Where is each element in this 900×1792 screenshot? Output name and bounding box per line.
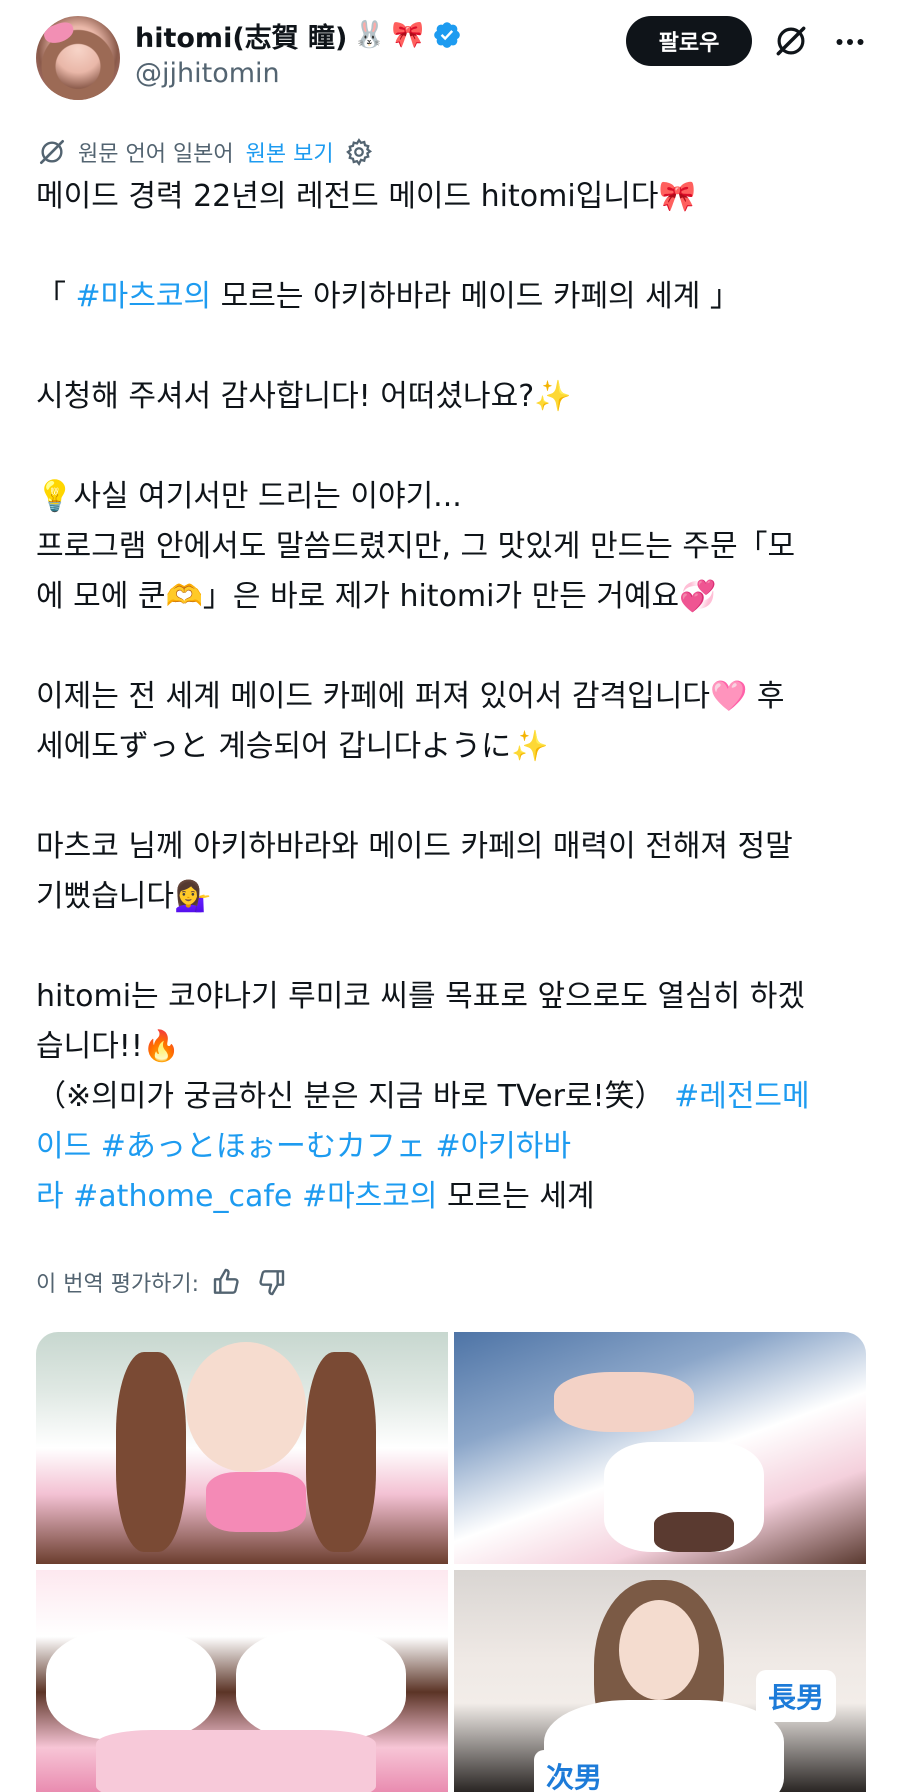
translation-notice: 원문 언어 일본어 원본 보기 — [36, 134, 374, 170]
text-segment — [64, 1179, 74, 1214]
post-line: 마츠코 님께 아키하바라와 메이드 카페의 매력이 전해져 정말 — [36, 822, 872, 872]
follow-button[interactable]: 팔로우 — [626, 16, 752, 66]
grok-icon[interactable] — [772, 22, 810, 60]
hashtag-link[interactable]: #아키하바 — [435, 1129, 571, 1164]
photo-3-skirt-left — [46, 1630, 216, 1740]
photo-1[interactable] — [36, 1332, 448, 1564]
post-line: 메이드 경력 22년의 레전드 메이드 hitomi입니다🎀 — [36, 172, 872, 222]
hashtag-link[interactable]: #athome_cafe — [73, 1179, 292, 1214]
photo-1-face — [186, 1342, 306, 1472]
post-line: hitomi는 코야나기 루미코 씨를 목표로 앞으로도 열심히 하겠 — [36, 972, 872, 1022]
emoji: 💞 — [679, 579, 717, 614]
view-original-link[interactable]: 원본 보기 — [246, 136, 334, 168]
post-line: 이제는 전 세계 메이드 카페에 퍼져 있어서 감격입니다🩷 후 — [36, 672, 872, 722]
post-header: hitomi(志賀 瞳) 🐰 🎀 @jjhitomin 팔로우 — [0, 0, 900, 110]
ribbon-emoji: 🎀 — [391, 20, 425, 50]
rate-translation-label: 이 번역 평가하기: — [36, 1272, 200, 1297]
settings-gear-icon[interactable] — [344, 137, 374, 167]
translate-icon — [40, 140, 64, 164]
emoji: 🩷 — [709, 679, 748, 714]
hashtag-link[interactable]: 이드 — [36, 1129, 91, 1164]
photo-2[interactable] — [454, 1332, 866, 1564]
text-segment: 시청해 주셔서 감사합니다! 어떠셨나요? — [36, 379, 535, 414]
photo-3[interactable] — [36, 1570, 448, 1792]
verified-badge-icon — [434, 22, 460, 48]
media-grid: 長男 次男 — [36, 1332, 866, 1792]
post-line: 시청해 주셔서 감사합니다! 어떠셨나요?✨ — [36, 372, 872, 422]
text-segment — [292, 1179, 302, 1214]
text-segment: 에 모에 쿤 — [36, 579, 166, 614]
text-segment: 「 — [36, 279, 76, 314]
text-segment: 모르는 아키하바라 메이드 카페의 세계 」 — [211, 279, 740, 314]
hashtag-link[interactable]: #마츠코의 — [302, 1179, 438, 1214]
hashtag-link[interactable]: 라 — [36, 1179, 64, 1214]
text-segment — [91, 1129, 101, 1164]
photo-1-bow — [206, 1472, 306, 1532]
photo-badge-eldest: 長男 — [755, 1670, 836, 1722]
user-handle[interactable]: @jjhitomin — [135, 58, 280, 89]
post-line: 프로그램 안에서도 말씀드렸지만, 그 맛있게 만드는 주문「모 — [36, 522, 872, 572]
post-line: 「 #마츠코의 모르는 아키하바라 메이드 카페의 세계 」 — [36, 272, 872, 322]
rabbit-emoji: 🐰 — [353, 20, 386, 50]
emoji: 💡 — [36, 479, 74, 514]
post-line: 이드 #あっとほぉーむカフェ #아키하바 — [36, 1122, 872, 1172]
source-language-text: 원문 언어 일본어 — [78, 142, 234, 167]
text-segment — [426, 1129, 436, 1164]
display-name[interactable]: hitomi(志賀 瞳) — [135, 16, 347, 55]
emoji: ✨ — [511, 729, 549, 764]
text-segment: 메이드 경력 22년의 레전드 메이드 hitomi입니다 — [36, 179, 659, 214]
text-segment: 기뻤습니다 — [36, 879, 174, 914]
rate-translation-row: 이 번역 평가하기: — [36, 1262, 287, 1302]
emoji: 🔥 — [142, 1029, 181, 1064]
photo-1-braid-left — [116, 1352, 186, 1552]
text-segment: （※의미가 궁금하신 분은 지금 바로 TVer로!笑） — [36, 1079, 675, 1114]
text-segment: 모르는 세계 — [437, 1179, 595, 1214]
post-line: 라 #athome_cafe #마츠코의 모르는 세계 — [36, 1172, 872, 1222]
avatar[interactable] — [36, 16, 120, 100]
post-line: 💡사실 여기서만 드리는 이야기... — [36, 472, 872, 522]
emoji: ✨ — [534, 379, 572, 414]
photo-3-legs — [96, 1730, 376, 1792]
post-text: 메이드 경력 22년의 레전드 메이드 hitomi입니다🎀 「 #마츠코의 모르… — [36, 172, 872, 1222]
emoji: 💁‍♀️ — [174, 879, 212, 914]
more-icon[interactable] — [832, 24, 868, 60]
photo-badge-second: 次男 — [534, 1750, 615, 1792]
photo-2-arm — [554, 1372, 694, 1432]
post-line: 세에도ずっと 계승되어 갑니다ように✨ — [36, 722, 872, 772]
text-segment: 습니다!! — [36, 1029, 143, 1064]
hashtag-link[interactable]: #마츠코의 — [76, 279, 212, 314]
emoji: 🫶 — [165, 579, 203, 614]
text-segment: 이제는 전 세계 메이드 카페에 퍼져 있어서 감격입니다 — [36, 679, 710, 714]
text-segment: 후 — [747, 679, 785, 714]
text-segment: 세에도ずっと 계승되어 갑니다ように — [36, 729, 512, 764]
thumbs-down-icon[interactable] — [255, 1266, 287, 1298]
photo-3-skirt-right — [236, 1630, 406, 1740]
photo-1-braid-right — [306, 1352, 376, 1552]
text-segment: 프로그램 안에서도 말씀드렸지만, 그 맛있게 만드는 주문「모 — [36, 529, 796, 564]
post-line: 기뻤습니다💁‍♀️ — [36, 872, 872, 922]
post-line: 에 모에 쿤🫶」은 바로 제가 hitomi가 만든 거예요💞 — [36, 572, 872, 622]
post-line: 습니다!!🔥 — [36, 1022, 872, 1072]
photo-4[interactable]: 長男 次男 — [454, 1570, 866, 1792]
hashtag-link[interactable]: #레전드메 — [674, 1079, 810, 1114]
text-segment: 」은 바로 제가 hitomi가 만든 거예요 — [202, 579, 680, 614]
emoji: 🎀 — [658, 179, 696, 214]
hashtag-link[interactable]: #あっとほぉーむカフェ — [101, 1129, 426, 1164]
text-segment: 사실 여기서만 드리는 이야기... — [73, 479, 462, 514]
text-segment: 마츠코 님께 아키하바라와 메이드 카페의 매력이 전해져 정말 — [36, 829, 793, 864]
photo-2-bow — [654, 1512, 734, 1552]
photo-4-face — [619, 1600, 699, 1700]
name-row: hitomi(志賀 瞳) 🐰 🎀 — [135, 16, 462, 54]
post-line: （※의미가 궁금하신 분은 지금 바로 TVer로!笑） #레전드메 — [36, 1072, 872, 1122]
thumbs-up-icon[interactable] — [211, 1266, 243, 1298]
text-segment: hitomi는 코야나기 루미코 씨를 목표로 앞으로도 열심히 하겠 — [36, 979, 805, 1014]
